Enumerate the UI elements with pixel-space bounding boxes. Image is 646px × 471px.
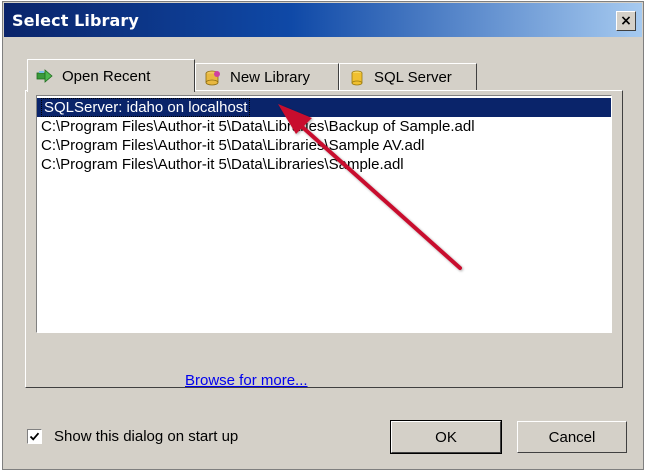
tab-sql-server-label: SQL Server bbox=[374, 69, 452, 86]
browse-for-more-link[interactable]: Browse for more... bbox=[185, 372, 308, 389]
database-new-icon bbox=[205, 70, 220, 85]
window-title: Select Library bbox=[12, 11, 139, 30]
list-item[interactable]: SQLServer: idaho on localhost bbox=[37, 98, 611, 117]
list-item-label: C:\Program Files\Author-it 5\Data\Librar… bbox=[41, 137, 425, 154]
ok-button[interactable]: OK bbox=[391, 421, 501, 453]
green-arrow-icon bbox=[36, 69, 53, 83]
tab-sql-server[interactable]: SQL Server bbox=[339, 63, 477, 91]
list-item-label: SQLServer: idaho on localhost bbox=[41, 98, 251, 117]
show-on-startup-label: Show this dialog on start up bbox=[54, 428, 239, 445]
database-cylinder-icon bbox=[351, 70, 363, 85]
cancel-button[interactable]: Cancel bbox=[517, 421, 627, 453]
title-bar[interactable]: Select Library × bbox=[4, 3, 642, 37]
show-on-startup-row[interactable]: Show this dialog on start up bbox=[27, 428, 238, 445]
tab-open-recent-label: Open Recent bbox=[62, 67, 151, 85]
recent-libraries-list[interactable]: SQLServer: idaho on localhost C:\Program… bbox=[36, 95, 612, 333]
checkmark-icon bbox=[29, 432, 40, 441]
list-item-label: C:\Program Files\Author-it 5\Data\Librar… bbox=[41, 156, 404, 173]
show-on-startup-checkbox[interactable] bbox=[27, 429, 42, 444]
close-icon: × bbox=[620, 13, 632, 29]
tab-new-library-label: New Library bbox=[230, 69, 311, 86]
tab-open-recent[interactable]: Open Recent bbox=[27, 59, 195, 92]
list-item[interactable]: C:\Program Files\Author-it 5\Data\Librar… bbox=[37, 136, 611, 155]
close-button[interactable]: × bbox=[616, 11, 636, 31]
tab-panel-open-recent: SQLServer: idaho on localhost C:\Program… bbox=[25, 90, 623, 388]
select-library-dialog: Select Library × Open Recent New Library bbox=[2, 1, 644, 470]
list-item[interactable]: C:\Program Files\Author-it 5\Data\Librar… bbox=[37, 155, 611, 174]
list-item[interactable]: C:\Program Files\Author-it 5\Data\Librar… bbox=[37, 117, 611, 136]
list-item-label: C:\Program Files\Author-it 5\Data\Librar… bbox=[41, 118, 475, 135]
tab-new-library[interactable]: New Library bbox=[195, 63, 339, 91]
